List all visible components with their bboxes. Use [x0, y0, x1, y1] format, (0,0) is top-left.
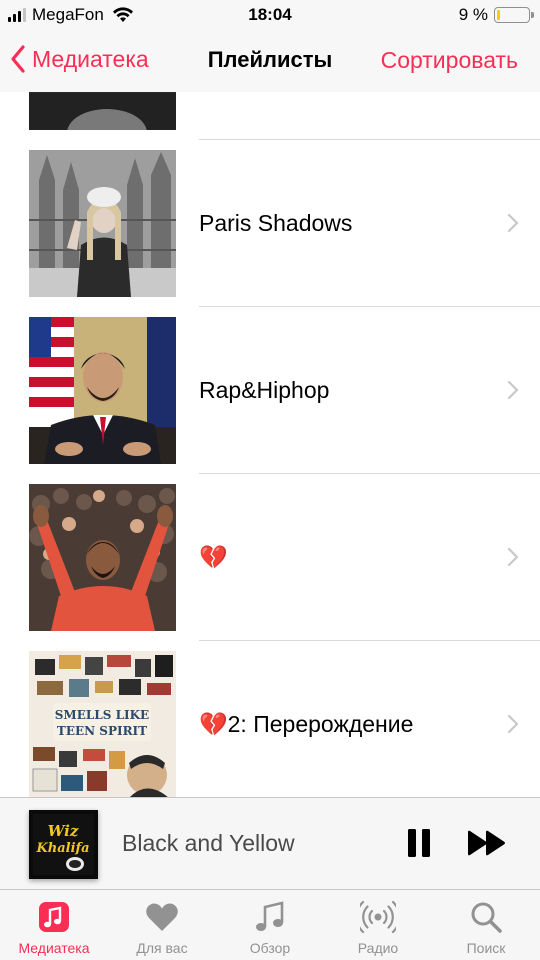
tab-label: Медиатека: [18, 940, 90, 956]
back-button-label: Медиатека: [32, 45, 149, 72]
battery-icon: [494, 7, 534, 23]
chevron-right-icon: [507, 380, 519, 400]
now-playing-title[interactable]: Black and Yellow: [122, 830, 295, 857]
playlist-title: 💔: [199, 544, 228, 570]
chevron-right-icon: [507, 714, 519, 734]
tab-for-you[interactable]: Для вас: [108, 890, 216, 960]
playlist-row[interactable]: Rap&Hiphop: [0, 307, 540, 474]
tab-search[interactable]: Поиск: [432, 890, 540, 960]
status-right: 9 %: [458, 5, 534, 25]
chevron-right-icon: [507, 547, 519, 567]
now-playing-artwork[interactable]: Wiz Khalifa: [29, 810, 98, 879]
tab-radio[interactable]: Радио: [324, 890, 432, 960]
back-button[interactable]: Медиатека: [10, 44, 149, 74]
search-icon: [471, 902, 502, 933]
playlist-artwork: [29, 92, 176, 130]
tab-library[interactable]: Медиатека: [0, 890, 108, 960]
radio-icon: [360, 900, 396, 934]
fast-forward-icon[interactable]: [466, 829, 508, 857]
chevron-left-icon: [11, 45, 25, 73]
navigation-bar: Медиатека Плейлисты Сортировать: [0, 30, 540, 92]
cover-text-line2: TEEN SPIRIT: [57, 724, 147, 738]
playlist-artwork: [29, 484, 176, 631]
sort-button[interactable]: Сортировать: [381, 47, 518, 74]
tab-label: Поиск: [466, 940, 506, 956]
playlist-artwork: [29, 150, 176, 297]
artwork-text-line2: Khalifa: [35, 841, 89, 856]
tab-label: Для вас: [136, 940, 188, 956]
cover-text-line1: SMELLS LIKE: [55, 708, 149, 722]
music-note-icon: [256, 901, 284, 931]
playlist-artwork: [29, 317, 176, 464]
playlist-row[interactable]: 💔: [0, 474, 540, 641]
playlist-row[interactable]: SMELLS LIKE TEEN SPIRIT 💔2: Перерождение: [0, 641, 540, 797]
playlist-title: Paris Shadows: [199, 210, 353, 236]
playlist-title: Rap&Hiphop: [199, 377, 330, 403]
tab-label: Радио: [357, 940, 399, 956]
playlist-title: 💔2: Перерождение: [199, 711, 414, 737]
artwork-text-line1: Wiz: [48, 822, 79, 840]
playlist-row[interactable]: [0, 92, 540, 140]
tab-label: Обзор: [249, 940, 291, 956]
battery-percent: 9 %: [458, 5, 488, 24]
heart-icon: [146, 903, 178, 931]
status-bar: MegaFon 18:04 9 %: [0, 0, 540, 30]
playlist-row[interactable]: Paris Shadows: [0, 140, 540, 307]
playlist-artwork: SMELLS LIKE TEEN SPIRIT: [29, 651, 176, 797]
chevron-right-icon: [507, 213, 519, 233]
pause-icon[interactable]: [405, 827, 433, 859]
mini-player[interactable]: Wiz Khalifa Black and Yellow: [0, 797, 540, 890]
battery-level-fill: [497, 10, 500, 20]
library-note-icon: [39, 902, 69, 932]
tab-browse[interactable]: Обзор: [216, 890, 324, 960]
tab-bar: Медиатека Для вас Обзор Радио Поиск: [0, 890, 540, 960]
playlist-list[interactable]: Paris Shadows Rap&Hiphop 💔 SMELLS LIKE T…: [0, 92, 540, 797]
